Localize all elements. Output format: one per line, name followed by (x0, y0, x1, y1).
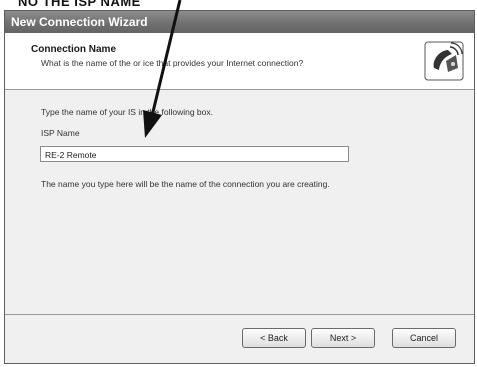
cancel-button[interactable]: Cancel (392, 328, 456, 348)
back-button[interactable]: < Back (242, 328, 306, 348)
isp-name-input[interactable]: RE-2 Remote (40, 146, 349, 162)
instruction-text: Type the name of your IS in the followin… (41, 107, 213, 117)
next-button[interactable]: Next > (311, 328, 375, 348)
isp-name-label: ISP Name (41, 128, 80, 138)
wizard-body: Type the name of your IS in the followin… (5, 90, 474, 315)
title-bar[interactable]: New Connection Wizard (5, 11, 474, 33)
wizard-window: New Connection Wizard Connection Name Wh… (4, 10, 475, 364)
window-title: New Connection Wizard (11, 15, 148, 29)
wizard-footer: < Back Next > Cancel (5, 314, 474, 363)
page-heading: Connection Name (31, 44, 117, 55)
page-subheading: What is the name of the or ice that prov… (41, 58, 304, 68)
connection-name-note: The name you type here will be the name … (41, 179, 330, 189)
phone-modem-icon (424, 41, 464, 81)
wizard-header: Connection Name What is the name of the … (5, 33, 474, 90)
annotation-label: NO THE ISP NAME (18, 0, 141, 9)
